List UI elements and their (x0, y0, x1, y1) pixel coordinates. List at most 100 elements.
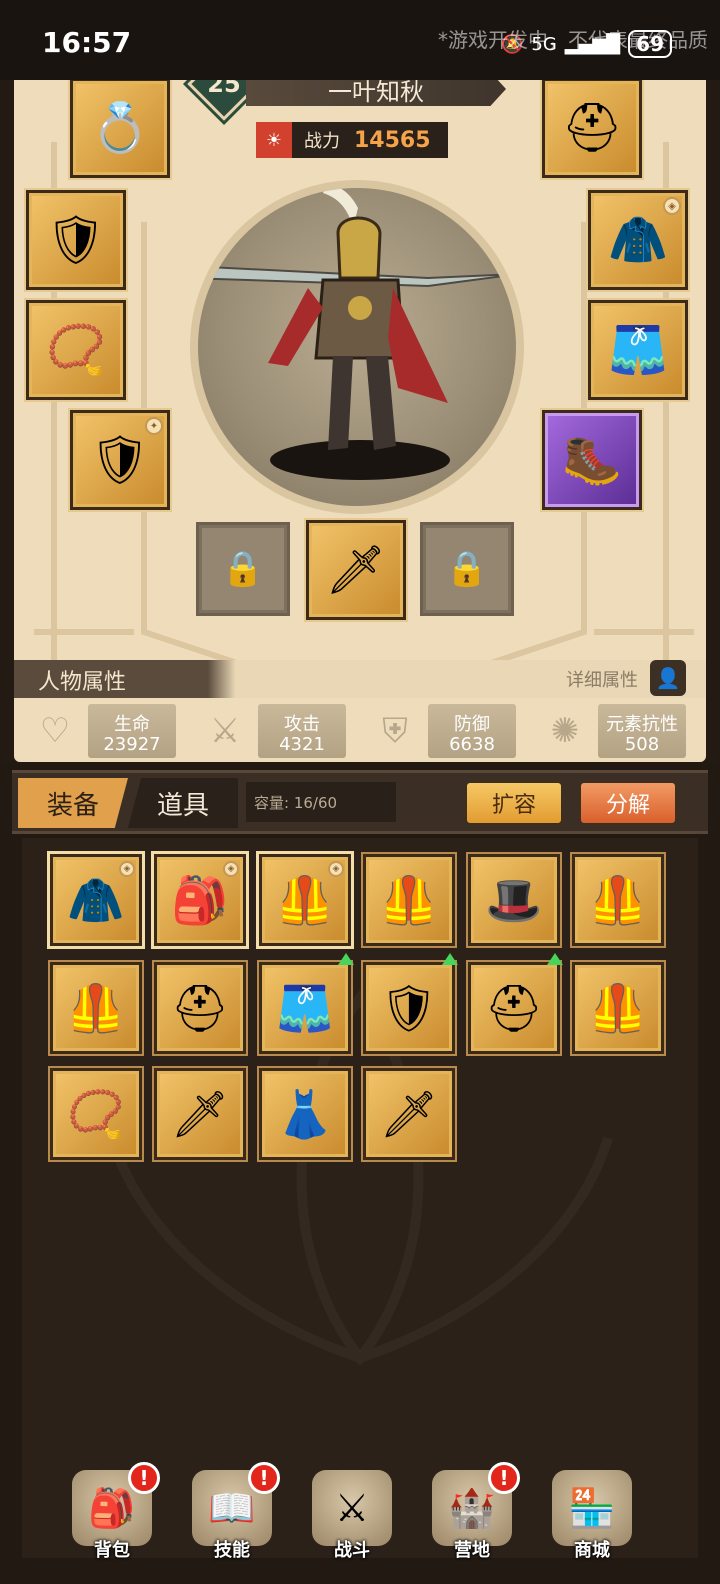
equip-slot-helmet[interactable]: ⛑ (542, 78, 642, 178)
detail-attributes-link[interactable]: 详细属性 (566, 666, 638, 692)
nav-item-camp[interactable]: 🏰 营地! (422, 1462, 522, 1570)
sword-icon: 🗡 (325, 542, 387, 598)
inventory-decoration (107, 989, 613, 1367)
inventory-item[interactable]: 🦺 (363, 854, 455, 946)
equip-slot-shield[interactable]: 🛡 ✦ (70, 410, 170, 510)
inventory-item[interactable]: 🗡 (363, 1068, 455, 1160)
alert-badge-icon: ! (248, 1462, 280, 1494)
equip-slot-necklace[interactable]: 📿 (26, 300, 126, 400)
purple-amulet-icon: 📿 (67, 1087, 125, 1141)
clock: 16:57 (42, 26, 132, 59)
inventory-item[interactable]: ⛑ (468, 953, 563, 1054)
purple-skirt-icon: 👗 (276, 1087, 334, 1141)
nav-item-battle[interactable]: ⚔ 战斗 (302, 1470, 402, 1570)
nav-item-skill-book[interactable]: 📖 技能! (182, 1462, 282, 1570)
tab-equipment[interactable]: 装备 (18, 778, 128, 828)
stat-label: 攻击 (284, 714, 320, 735)
golden-helmet-icon: ⛑ (170, 981, 230, 1035)
stat-hp: ♡ 生命 23927 (28, 704, 178, 758)
equipped-mark-icon: ◈ (119, 861, 135, 877)
nav-label: 背包 (94, 1540, 130, 1561)
heart-icon: ♡ (39, 711, 71, 751)
power-label: 战力 (304, 131, 340, 152)
element-icon: ✺ (550, 711, 580, 751)
nav-item-backpack[interactable]: 🎒 背包! (62, 1462, 162, 1570)
weapon-slot-locked-left[interactable]: 🔒 (196, 522, 290, 616)
attributes-title: 人物属性 (38, 670, 127, 695)
inventory-item[interactable]: 🦺 (50, 962, 142, 1054)
equip-slot-bracer[interactable]: 🛡 (26, 190, 126, 290)
alert-badge-icon: ! (128, 1462, 160, 1494)
expand-button[interactable]: 扩容 (464, 780, 564, 826)
ice-sword-icon: 🗡 (379, 1087, 439, 1141)
detail-attributes-icon[interactable]: 👤 (650, 660, 686, 696)
equip-slot-pants[interactable]: 🩳 (588, 300, 688, 400)
inventory-item[interactable]: 🗡 (154, 1068, 246, 1160)
equip-slot-armor[interactable]: 🧥 ◈ (588, 190, 688, 290)
stat-label: 元素抗性 (606, 714, 678, 735)
dark-armor-icon: 🦺 (589, 873, 647, 927)
stat-value: 508 (624, 734, 660, 755)
equip-slot-boots[interactable]: 🥾 (542, 410, 642, 510)
nav-label: 营地 (454, 1540, 490, 1561)
green-hat-icon: 🎩 (485, 873, 543, 927)
ring-icon: 💍 (90, 100, 150, 156)
character-portrait[interactable] (190, 180, 524, 514)
equipped-mark-icon: ◈ (663, 197, 681, 215)
battle-icon: ⚔ (312, 1470, 392, 1546)
power-plate: ☀ 战力 14565 (256, 122, 448, 158)
inventory-item[interactable]: 🎩 (468, 854, 560, 946)
upgrade-arrow-icon (338, 953, 354, 965)
nav-item-shop[interactable]: 🏪 商城 (542, 1470, 642, 1570)
boots-icon: 🥾 (562, 432, 622, 488)
equip-slot-ring[interactable]: 💍 (70, 78, 170, 178)
pants-icon: 🩳 (608, 322, 668, 378)
inventory-item[interactable]: 🩳 (259, 953, 354, 1054)
stat-element-resistance: ✺ 元素抗性 508 (538, 704, 688, 758)
blue-shorts-icon: 🩳 (276, 981, 334, 1035)
nav-label: 战斗 (334, 1540, 370, 1561)
dark-helmet-icon: ⛑ (484, 981, 544, 1035)
weapon-slot-main[interactable]: 🗡 (306, 520, 406, 620)
inventory-item[interactable]: 🧥 ◈ (50, 854, 142, 946)
stat-value: 23927 (103, 734, 161, 755)
lock-icon: 🔒 (445, 549, 489, 589)
armor-icon: 🧥 (608, 212, 668, 268)
power-value: 14565 (354, 127, 431, 153)
defense-icon: ⛨ (382, 711, 408, 751)
helmet-icon: ⛑ (561, 100, 623, 156)
leather-belt-icon: 🎒 (171, 873, 229, 927)
inventory-item[interactable]: 🦺 ◈ (259, 854, 351, 946)
lock-icon: 🔒 (221, 549, 265, 589)
watermark: *游戏开发中，不代表最终品质 (438, 28, 708, 52)
inventory-item[interactable]: 🎒 ◈ (154, 854, 246, 946)
stat-defense: ⛨ 防御 6638 (368, 704, 518, 758)
inventory-item[interactable]: 🦺 (572, 962, 664, 1054)
inventory-item[interactable]: 📿 (50, 1068, 142, 1160)
silver-armor-icon: 🦺 (276, 873, 334, 927)
shop-icon: 🏪 (552, 1470, 632, 1546)
decompose-button[interactable]: 分解 (578, 780, 678, 826)
stat-value: 4321 (279, 734, 325, 755)
attack-icon: ⚔ (209, 711, 241, 751)
nav-label: 技能 (214, 1540, 250, 1561)
tab-items[interactable]: 道具 (128, 778, 238, 828)
upgrade-arrow-icon (547, 953, 563, 965)
necklace-icon: 📿 (46, 322, 106, 378)
bracer-icon: 🛡 (45, 212, 107, 268)
nav-label: 商城 (574, 1540, 610, 1561)
weapon-slot-locked-right[interactable]: 🔒 (420, 522, 514, 616)
inventory-item[interactable]: 🛡 (363, 953, 458, 1054)
inventory-item[interactable]: 👗 (259, 1068, 351, 1160)
red-armor-icon: 🦺 (380, 873, 438, 927)
inventory-item[interactable]: 🦺 (572, 854, 664, 946)
upgrade-mark-icon: ✦ (145, 417, 163, 435)
alert-badge-icon: ! (488, 1462, 520, 1494)
round-shield-icon: 🛡 (379, 981, 439, 1035)
inventory-grid-background (22, 838, 698, 1558)
stat-attack: ⚔ 攻击 4321 (198, 704, 348, 758)
status-bar: 16:57 🔕 5G ▂▄▆█ 69 *游戏开发中，不代表最终品质 (0, 0, 720, 80)
inventory-item[interactable]: ⛑ (154, 962, 246, 1054)
blue-plate-armor-icon: 🦺 (67, 981, 125, 1035)
stat-label: 生命 (114, 714, 150, 735)
